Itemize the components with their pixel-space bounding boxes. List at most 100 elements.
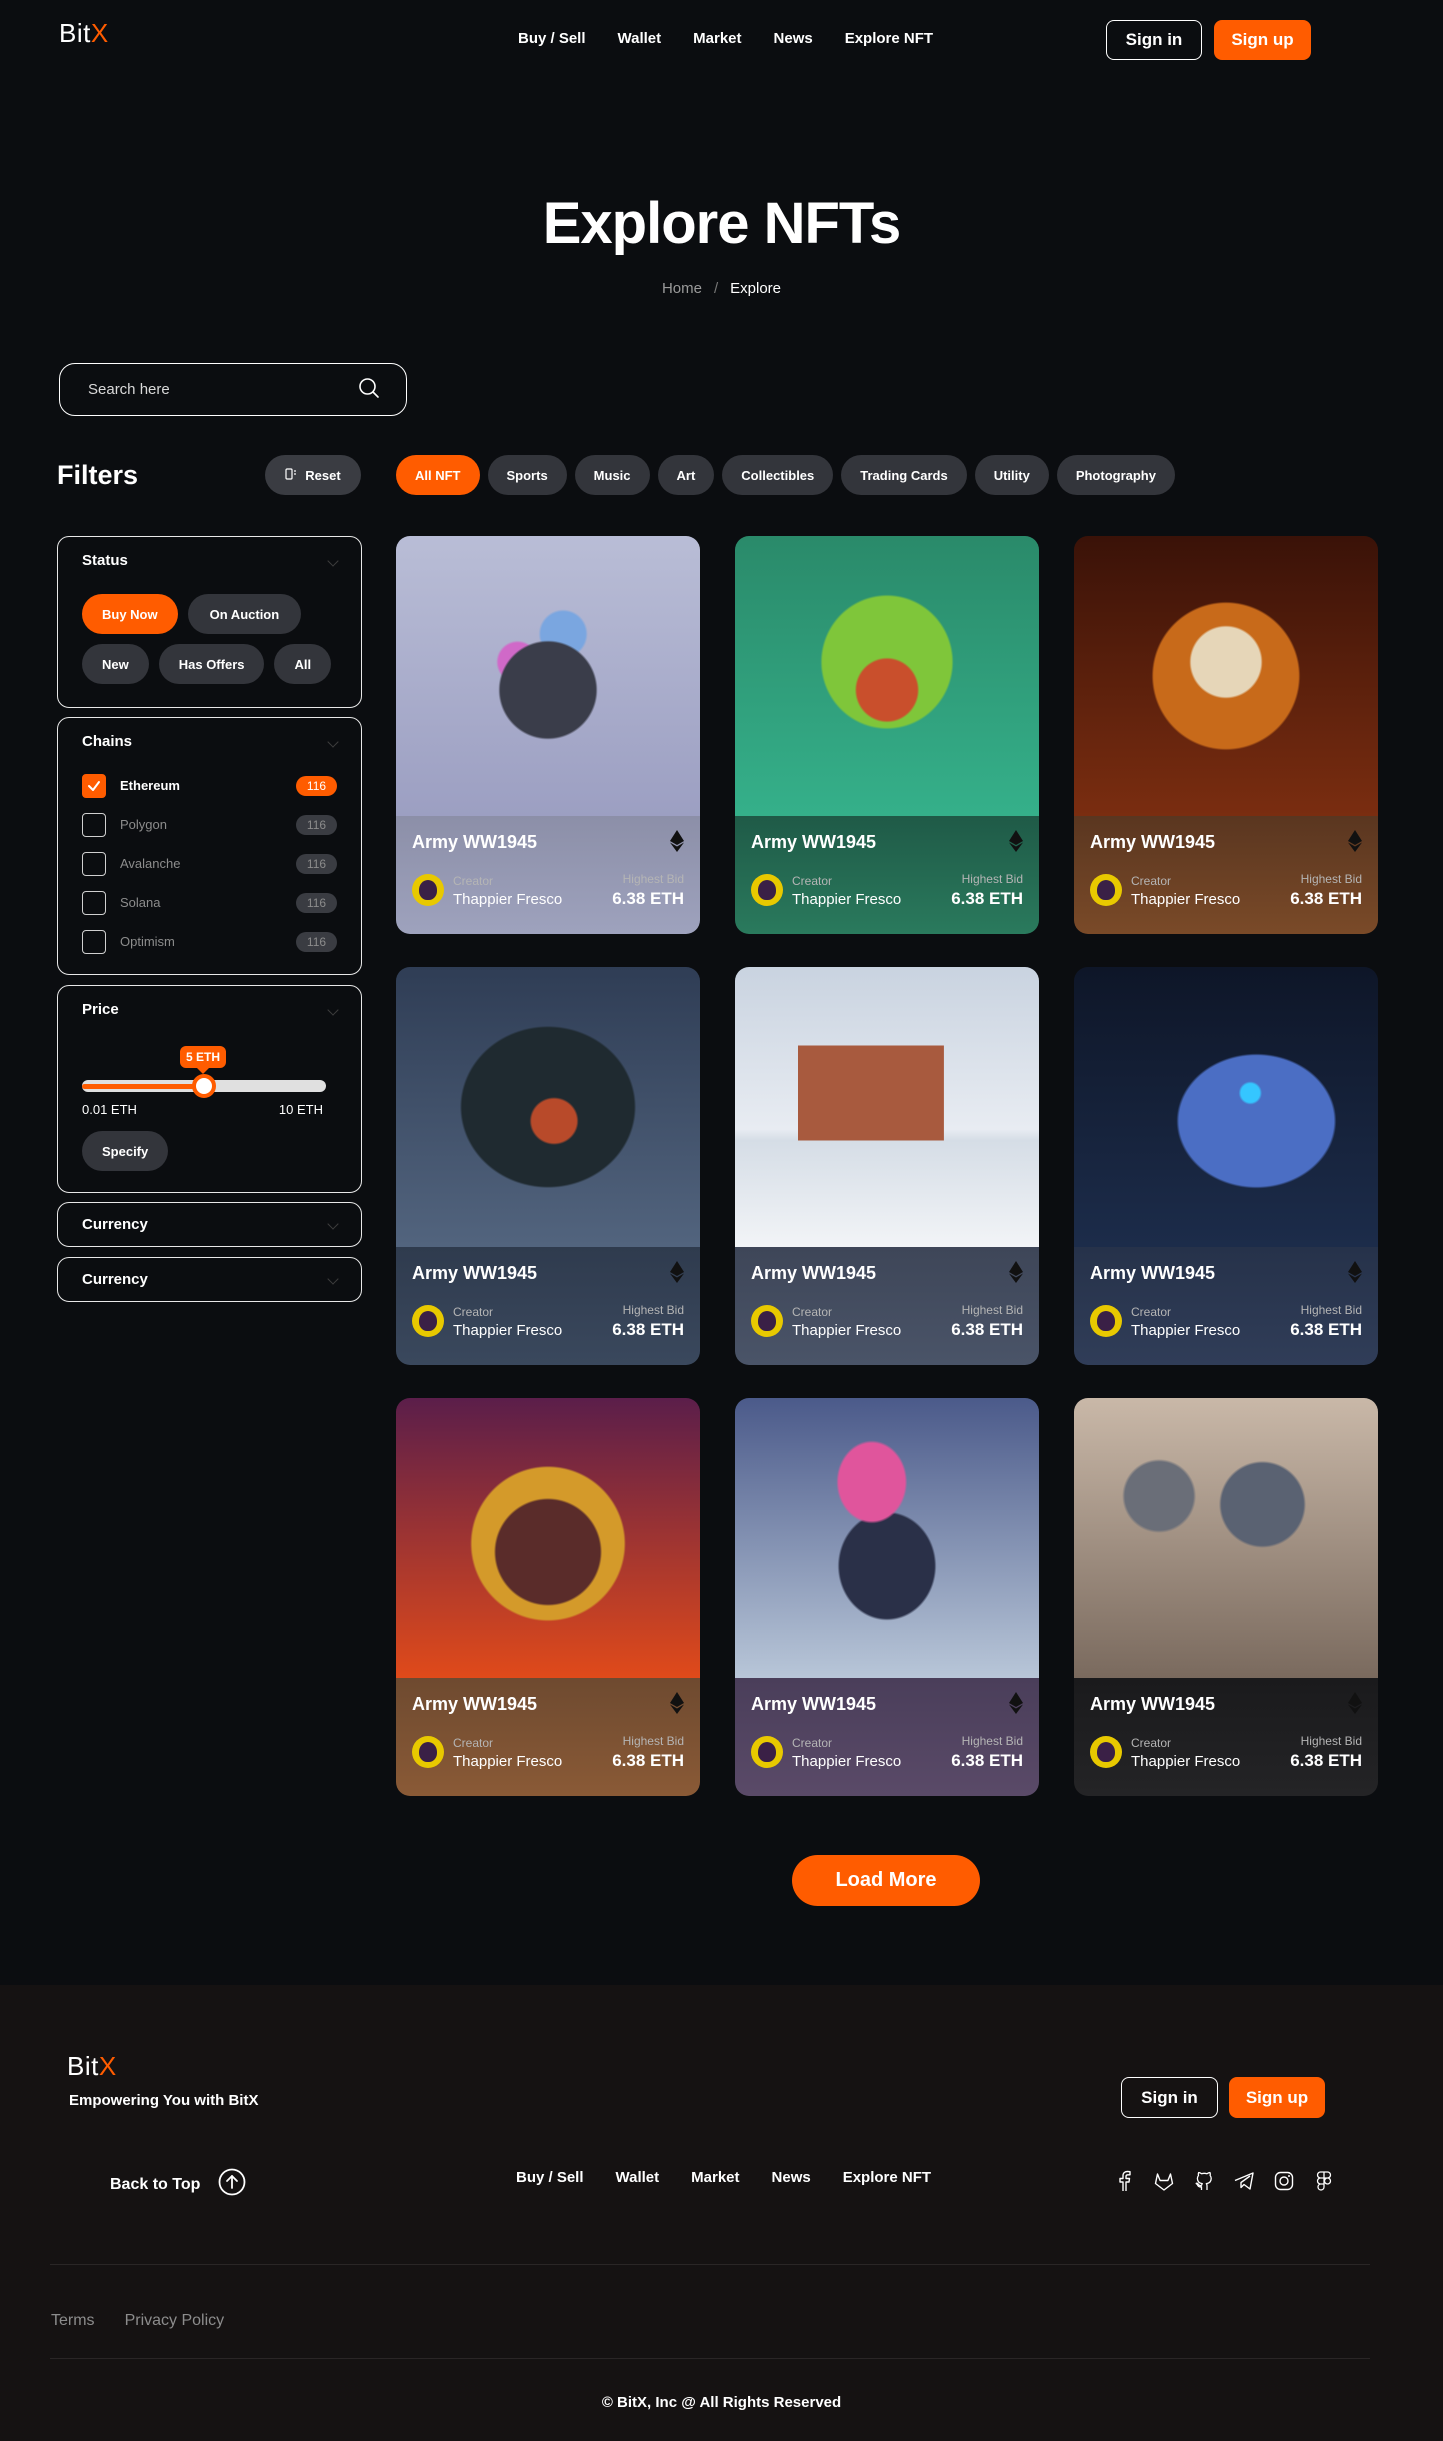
highest-bid-value: 6.38 ETH [951, 889, 1023, 908]
tab-sports[interactable]: Sports [487, 455, 567, 495]
copyright: © BitX, Inc @ All Rights Reserved [601, 2394, 842, 2411]
price-slider-handle[interactable] [192, 1074, 216, 1098]
ethereum-icon [1009, 1261, 1023, 1288]
status-has-offers[interactable]: Has Offers [158, 644, 265, 684]
ethereum-icon [1009, 830, 1023, 857]
checkbox[interactable] [82, 929, 106, 954]
back-to-top-button[interactable]: Back to Top [110, 2168, 246, 2201]
status-on-auction[interactable]: On Auction [187, 594, 302, 634]
checkbox-checked[interactable] [82, 773, 106, 798]
highest-bid-label: Highest Bid [961, 1734, 1023, 1748]
chain-count-badge: 116 [296, 814, 337, 835]
tab-all-nft[interactable]: All NFT [396, 455, 480, 495]
nft-title: Army WW1945 [751, 1694, 877, 1714]
price-panel-header[interactable]: Price [82, 1001, 339, 1018]
tab-art[interactable]: Art [657, 455, 715, 495]
tab-music[interactable]: Music [574, 455, 650, 495]
footer-sign-in-button[interactable]: Sign in [1121, 2077, 1218, 2118]
reset-button[interactable]: Reset [265, 455, 361, 495]
footer-nav-explore-nft[interactable]: Explore NFT [843, 2169, 931, 2186]
creator-avatar [1090, 1736, 1122, 1768]
load-more-button[interactable]: Load More [792, 1855, 980, 1906]
nav-item-explore-nft[interactable]: Explore NFT [845, 30, 933, 47]
nft-card-info: Army WW1945 Creator Thappier Fresco High… [735, 1247, 1039, 1365]
chains-panel-header[interactable]: Chains [82, 733, 339, 750]
nav-item-market[interactable]: Market [693, 30, 741, 47]
status-all[interactable]: All [274, 644, 332, 684]
ethereum-icon [1348, 830, 1362, 857]
search-icon[interactable] [358, 377, 380, 403]
nft-card[interactable]: Army WW1945 Creator Thappier Fresco High… [735, 1398, 1039, 1796]
footer-nav-market[interactable]: Market [691, 2169, 739, 2186]
currency-panel-header: Currency [82, 1258, 339, 1300]
tab-trading-cards[interactable]: Trading Cards [841, 455, 967, 495]
category-tabs: All NFT Sports Music Art Collectibles Tr… [396, 455, 1175, 495]
status-new[interactable]: New [82, 644, 149, 684]
nft-card[interactable]: Army WW1945 Creator Thappier Fresco High… [735, 967, 1039, 1365]
privacy-policy-link[interactable]: Privacy Policy [125, 2312, 225, 2330]
nft-card[interactable]: Army WW1945 Creator Thappier Fresco High… [735, 536, 1039, 934]
nav-item-news[interactable]: News [774, 30, 813, 47]
price-title: Price [82, 1001, 119, 1018]
chain-item-polygon[interactable]: Polygon 116 [82, 805, 337, 844]
status-panel: Status Buy Now On Auction New Has Offers… [57, 536, 362, 708]
footer-nav-buy-sell[interactable]: Buy / Sell [516, 2169, 584, 2186]
nav-item-wallet[interactable]: Wallet [618, 30, 662, 47]
chain-item-solana[interactable]: Solana 116 [82, 883, 337, 922]
arrow-up-circle-icon [218, 2168, 246, 2201]
currency-panel-2[interactable]: Currency [57, 1257, 362, 1302]
checkbox[interactable] [82, 812, 106, 837]
github-icon[interactable] [1192, 2169, 1216, 2193]
breadcrumb-current: Explore [730, 280, 782, 297]
footer-nav: Buy / Sell Wallet Market News Explore NF… [516, 2169, 931, 2186]
nav-item-buy-sell[interactable]: Buy / Sell [518, 30, 586, 47]
checkbox[interactable] [82, 890, 106, 915]
nft-card-info: Army WW1945 Creator Thappier Fresco High… [1074, 1247, 1378, 1365]
brand-logo[interactable]: BitX [59, 18, 109, 49]
tab-collectibles[interactable]: Collectibles [722, 455, 834, 495]
sign-in-button[interactable]: Sign in [1106, 20, 1202, 60]
chain-item-optimism[interactable]: Optimism 116 [82, 922, 337, 961]
chain-count-badge: 116 [296, 775, 337, 796]
creator-label: Creator [792, 1736, 833, 1750]
tab-photography[interactable]: Photography [1056, 455, 1175, 495]
footer-nav-news[interactable]: News [772, 2169, 811, 2186]
chain-item-ethereum[interactable]: Ethereum 116 [82, 766, 337, 805]
nft-card[interactable]: Army WW1945 Creator Thappier Fresco High… [1074, 1398, 1378, 1796]
creator-name: Thappier Fresco [792, 1322, 902, 1339]
nft-card[interactable]: Army WW1945 Creator Thappier Fresco High… [396, 536, 700, 934]
currency-panel-header: Currency [82, 1203, 339, 1245]
nft-card[interactable]: Army WW1945 Creator Thappier Fresco High… [396, 1398, 700, 1796]
status-panel-header[interactable]: Status [82, 552, 339, 569]
specify-button[interactable]: Specify [82, 1131, 169, 1171]
nft-artwork [1074, 967, 1378, 1247]
instagram-icon[interactable] [1272, 2169, 1296, 2193]
footer-nav-wallet[interactable]: Wallet [616, 2169, 660, 2186]
status-buy-now[interactable]: Buy Now [82, 594, 178, 634]
facebook-icon[interactable] [1112, 2169, 1136, 2193]
highest-bid-value: 6.38 ETH [612, 889, 684, 908]
highest-bid-label: Highest Bid [1300, 1734, 1362, 1748]
nft-card[interactable]: Army WW1945 Creator Thappier Fresco High… [1074, 536, 1378, 934]
footer-logo[interactable]: BitX [67, 2051, 117, 2082]
figma-icon[interactable] [1312, 2169, 1336, 2193]
creator-avatar [412, 1736, 444, 1768]
footer-sign-up-button[interactable]: Sign up [1229, 2077, 1325, 2118]
telegram-icon[interactable] [1232, 2169, 1256, 2193]
breadcrumb-home[interactable]: Home [662, 280, 702, 297]
nft-card[interactable]: Army WW1945 Creator Thappier Fresco High… [396, 967, 700, 1365]
currency-panel-1[interactable]: Currency [57, 1202, 362, 1247]
chain-name: Polygon [120, 817, 167, 832]
highest-bid-label: Highest Bid [1300, 1303, 1362, 1317]
tab-utility[interactable]: Utility [974, 455, 1049, 495]
chain-item-avalanche[interactable]: Avalanche 116 [82, 844, 337, 883]
checkbox[interactable] [82, 851, 106, 876]
nft-card[interactable]: Army WW1945 Creator Thappier Fresco High… [1074, 967, 1378, 1365]
highest-bid-label: Highest Bid [961, 872, 1023, 886]
nft-card-info: Army WW1945 Creator Thappier Fresco High… [396, 1678, 700, 1796]
search-input[interactable]: Search here [59, 363, 407, 416]
terms-link[interactable]: Terms [51, 2312, 95, 2330]
gitlab-icon[interactable] [1152, 2169, 1176, 2193]
sign-up-button[interactable]: Sign up [1214, 20, 1311, 60]
creator-label: Creator [792, 874, 833, 888]
